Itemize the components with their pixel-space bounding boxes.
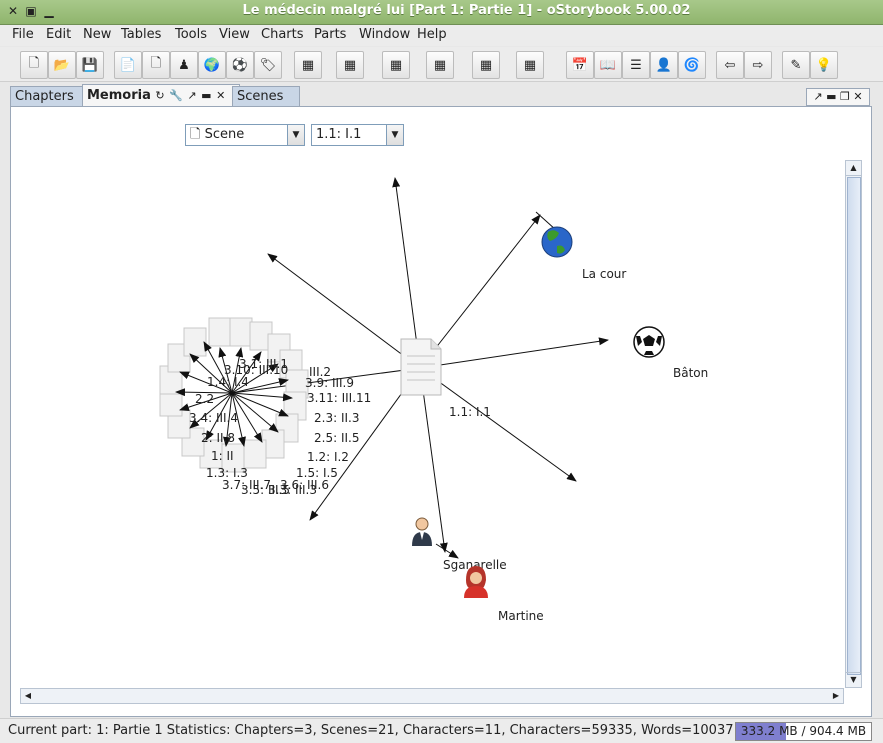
location-label: La cour: [582, 267, 626, 281]
scroll-left-icon[interactable]: ◀: [21, 689, 35, 703]
ball-icon[interactable]: [633, 326, 665, 358]
horizontal-scrollbar[interactable]: ◀ ▶: [20, 688, 844, 704]
character-label: Martine: [498, 609, 544, 623]
center-scene-node[interactable]: [400, 338, 442, 396]
scene-label[interactable]: 3.4: III.4: [189, 411, 238, 425]
scene-label[interactable]: 1: II: [211, 449, 234, 463]
scene-label[interactable]: 2: II.8: [201, 431, 235, 445]
scene-label[interactable]: 2.2: [195, 392, 214, 406]
man-character-icon[interactable]: [412, 517, 432, 546]
globe-icon[interactable]: [541, 226, 573, 258]
status-bar: Current part: 1: Partie 1 Statistics: Ch…: [0, 718, 883, 743]
scene-label[interactable]: 3.11: III.11: [307, 391, 371, 405]
center-node-label: 1.1: I.1: [449, 405, 491, 419]
scroll-up-icon[interactable]: ▲: [846, 161, 861, 176]
scroll-down-icon[interactable]: ▼: [846, 672, 861, 687]
scene-label[interactable]: 2.3: II.3: [314, 411, 359, 425]
item-label: Bâton: [673, 366, 708, 380]
scene-label[interactable]: 1.4: I.4: [207, 375, 249, 389]
status-text: Current part: 1: Partie 1 Statistics: Ch…: [8, 723, 734, 738]
scene-label[interactable]: 3.3: III.3: [268, 483, 317, 497]
scene-ring: 3.1: III.1 III.2 3.10: III.10 3.9: III.9…: [159, 317, 371, 497]
scene-label[interactable]: 2.5: II.5: [314, 431, 359, 445]
scene-label[interactable]: 1.2: I.2: [307, 450, 349, 464]
vertical-scrollbar[interactable]: ▲ ▼: [845, 160, 862, 688]
scene-label[interactable]: 3.9: III.9: [305, 376, 354, 390]
vertical-scroll-thumb[interactable]: [847, 177, 861, 675]
scroll-right-icon[interactable]: ▶: [829, 689, 843, 703]
memory-text: 333.2 MB / 904.4 MB: [740, 724, 867, 738]
memory-indicator[interactable]: 333.2 MB / 904.4 MB: [735, 722, 872, 741]
memoria-graph[interactable]: 3.1: III.1 III.2 3.10: III.10 3.9: III.9…: [0, 0, 883, 742]
